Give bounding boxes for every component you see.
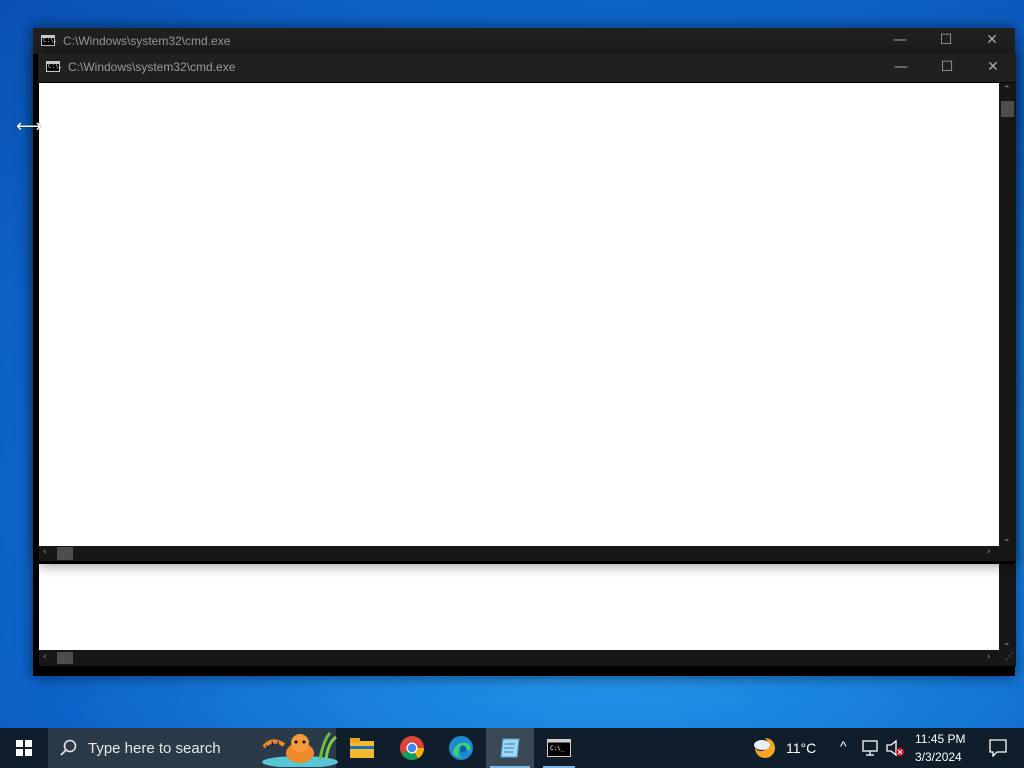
notification-icon bbox=[989, 739, 1007, 757]
start-button[interactable] bbox=[0, 728, 48, 768]
back-window-title: C:\Windows\system32\cmd.exe bbox=[63, 34, 231, 48]
back-console-area[interactable] bbox=[39, 564, 999, 650]
search-placeholder: Type here to search bbox=[88, 740, 221, 757]
cmd-app-icon: C:\. bbox=[46, 61, 63, 72]
minimize-button[interactable]: — bbox=[877, 28, 923, 54]
scroll-left-arrow-icon[interactable]: ‹ bbox=[43, 652, 47, 662]
close-button[interactable]: ✕ bbox=[969, 28, 1015, 54]
close-button[interactable]: ✕ bbox=[970, 53, 1016, 82]
clock[interactable]: 11:45 PM 3/3/2024 bbox=[910, 728, 972, 768]
front-window-title: C:\Windows\system32\cmd.exe bbox=[68, 60, 236, 74]
file-explorer-button[interactable] bbox=[338, 728, 386, 768]
weather-cloudy-moon-icon bbox=[754, 737, 775, 758]
folder-icon bbox=[350, 738, 374, 758]
back-hscroll-thumb[interactable] bbox=[57, 652, 73, 664]
notepad-button[interactable] bbox=[486, 728, 534, 768]
weather-widget[interactable]: 11°C bbox=[748, 728, 822, 768]
resize-grip-icon[interactable]: ⋰ bbox=[1005, 652, 1014, 662]
svg-text:C:\_: C:\_ bbox=[550, 745, 565, 752]
taskbar: Type here to search C:\_ 11°C ^ 11:45 PM… bbox=[0, 728, 1024, 768]
console-output-area[interactable] bbox=[39, 83, 999, 546]
show-hidden-icons-button[interactable]: ^ bbox=[836, 728, 856, 768]
vertical-scroll-thumb[interactable] bbox=[1001, 101, 1014, 117]
windows-logo-icon bbox=[16, 740, 32, 756]
cmd-app-icon: C:\. bbox=[41, 35, 58, 46]
scroll-up-arrow-icon[interactable]: ⌃ bbox=[1003, 85, 1011, 95]
weather-temperature: 11°C bbox=[786, 740, 817, 756]
chevron-up-icon: ^ bbox=[840, 738, 847, 754]
network-button[interactable] bbox=[860, 728, 882, 768]
scroll-right-arrow-icon[interactable]: › bbox=[987, 652, 991, 662]
scroll-left-arrow-icon[interactable]: ‹ bbox=[43, 547, 47, 557]
back-window-titlebar[interactable]: C:\. C:\Windows\system32\cmd.exe — ☐ ✕ bbox=[33, 28, 1015, 54]
network-icon bbox=[862, 740, 878, 756]
notification-center-button[interactable] bbox=[978, 728, 1018, 768]
back-horizontal-scrollbar[interactable]: ‹ › ⋰ bbox=[39, 650, 1016, 666]
horizontal-scroll-thumb[interactable] bbox=[57, 547, 73, 560]
vertical-scrollbar[interactable]: ⌃ ⌄ bbox=[999, 83, 1016, 546]
maximize-button[interactable]: ☐ bbox=[924, 53, 970, 82]
notepad-icon bbox=[500, 738, 520, 758]
taskbar-search-box[interactable]: Type here to search bbox=[48, 728, 338, 768]
edge-icon bbox=[449, 736, 473, 760]
edge-button[interactable] bbox=[437, 728, 485, 768]
maximize-button[interactable]: ☐ bbox=[923, 28, 969, 54]
volume-muted-icon bbox=[886, 739, 904, 757]
volume-button[interactable] bbox=[884, 728, 906, 768]
back-vertical-scrollbar[interactable]: ⌄ bbox=[999, 564, 1016, 650]
minimize-button[interactable]: — bbox=[878, 53, 924, 82]
search-highlight-tiger-icon bbox=[262, 731, 338, 767]
clock-time: 11:45 PM bbox=[915, 732, 966, 746]
clock-date: 3/3/2024 bbox=[915, 750, 962, 764]
resize-cursor-icon: ⟷ bbox=[16, 116, 42, 137]
scroll-right-arrow-icon[interactable]: › bbox=[987, 547, 991, 557]
scroll-down-arrow-icon[interactable]: ⌄ bbox=[1003, 638, 1011, 648]
command-prompt-button[interactable]: C:\_ bbox=[535, 728, 583, 768]
horizontal-scrollbar[interactable]: ‹ › bbox=[39, 546, 1016, 561]
scroll-down-arrow-icon[interactable]: ⌄ bbox=[1003, 534, 1011, 544]
chrome-icon bbox=[400, 736, 424, 761]
front-window-titlebar[interactable]: C:\. C:\Windows\system32\cmd.exe — ☐ ✕ bbox=[38, 53, 1016, 82]
chrome-button[interactable] bbox=[388, 728, 436, 768]
search-icon bbox=[60, 739, 77, 756]
front-cmd-window[interactable]: C:\. C:\Windows\system32\cmd.exe — ☐ ✕ ⌃… bbox=[38, 53, 1016, 563]
terminal-icon: C:\_ bbox=[547, 739, 571, 757]
